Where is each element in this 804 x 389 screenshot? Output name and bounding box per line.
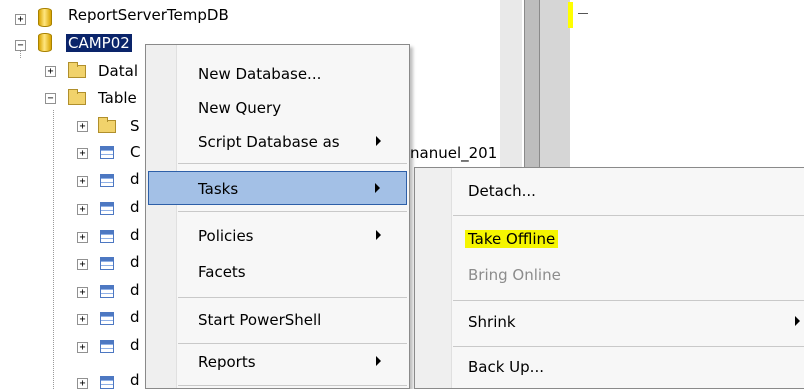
tree-node-table[interactable]: d [130,336,140,354]
menu-item-label: Tasks [198,180,239,198]
menu-item-label: Back Up... [468,358,544,376]
menu-item-policies[interactable]: Policies [146,219,409,253]
expand-icon[interactable]: + [77,378,88,389]
submenu-arrow-icon [375,183,380,193]
menu-item-label: New Database... [198,65,322,83]
table-icon [100,340,114,353]
tree-node-table[interactable]: d [130,170,140,188]
menu-item-label: Policies [198,227,254,245]
menu-separator [178,211,407,212]
expand-icon[interactable]: + [77,342,88,353]
menu-item-label: Take Offline [465,230,559,248]
tree-node-table[interactable]: d [130,198,140,216]
yellow-marker-fragment [568,2,573,28]
menu-item-facets[interactable]: Facets [146,255,409,289]
menu-item-reports[interactable]: Reports [146,345,409,379]
expand-icon[interactable]: + [77,204,88,215]
expand-icon[interactable]: + [77,259,88,270]
folder-icon [68,89,86,105]
menu-item-new-database[interactable]: New Database... [146,57,409,91]
submenu-arrow-icon [795,316,800,326]
menu-item-label: Start PowerShell [198,311,322,329]
menu-separator [178,297,407,298]
expand-icon[interactable]: + [77,121,88,132]
table-icon [100,285,114,298]
menu-item-label: Reports [198,353,256,371]
menu-separator [178,343,407,344]
submenu-arrow-icon [376,136,381,146]
folder-icon [68,62,86,78]
expand-icon[interactable]: + [77,287,88,298]
table-icon [100,312,114,325]
collapse-icon[interactable]: − [15,40,26,51]
tree-node-databases[interactable]: Datal [98,62,138,80]
database-context-menu: New Database... New Query Script Databas… [145,44,410,389]
tree-line [53,110,54,389]
expand-icon[interactable]: + [45,66,56,77]
tree-node-report-temp-db[interactable]: ReportServerTempDB [68,6,229,24]
menu-item-label: Bring Online [468,266,561,284]
folder-icon [98,117,116,133]
menu-separator [178,385,407,386]
table-icon [100,257,114,270]
menu-item-take-offline[interactable]: Take Offline [415,222,804,256]
submenu-arrow-icon [376,356,381,366]
submenu-arrow-icon [376,230,381,240]
menu-item-label: Detach... [468,182,536,200]
collapse-icon[interactable]: − [45,93,56,104]
tree-node-tables[interactable]: Table [98,89,137,107]
tree-node-table[interactable]: d [130,226,140,244]
tree-node-table[interactable]: d [130,281,140,299]
menu-item-start-powershell[interactable]: Start PowerShell [146,303,409,337]
table-icon [100,376,114,389]
tree-node-camp02[interactable]: CAMP02 [66,34,132,52]
menu-separator [453,346,804,347]
tree-node-system-tables[interactable]: S [130,117,140,135]
tree-node-table[interactable]: d [130,308,140,326]
menu-item-script-database-as[interactable]: Script Database as [146,125,409,159]
menu-item-label: Shrink [468,313,516,331]
menu-separator [178,163,407,164]
menu-item-label: Script Database as [198,133,340,151]
expand-icon[interactable]: + [77,176,88,187]
database-icon [38,33,52,52]
table-icon [100,202,114,215]
background-dash [578,13,588,14]
database-icon [38,8,52,27]
menu-item-label: New Query [198,99,282,117]
expand-icon[interactable]: + [77,148,88,159]
table-icon [100,174,114,187]
tree-node-table[interactable]: d [130,253,140,271]
menu-item-detach[interactable]: Detach... [415,174,804,208]
menu-item-back-up[interactable]: Back Up... [415,350,804,384]
table-icon [100,230,114,243]
expand-icon[interactable]: + [77,314,88,325]
table-icon [100,146,114,159]
expand-icon[interactable]: + [15,14,26,25]
menu-separator [453,300,804,301]
menu-item-tasks[interactable]: Tasks [148,171,407,205]
menu-item-shrink[interactable]: Shrink [415,305,804,339]
menu-separator [453,215,804,216]
menu-item-new-query[interactable]: New Query [146,91,409,125]
expand-icon[interactable]: + [77,232,88,243]
tree-node-table[interactable]: C [130,143,140,161]
tree-node-table[interactable]: d [130,371,140,389]
tasks-submenu: Detach... Take Offline Bring Online Shri… [414,167,804,389]
menu-item-bring-online[interactable]: Bring Online [415,258,804,292]
background-partial-text: nanuel_201 [410,144,498,162]
menu-item-label: Facets [198,263,246,281]
